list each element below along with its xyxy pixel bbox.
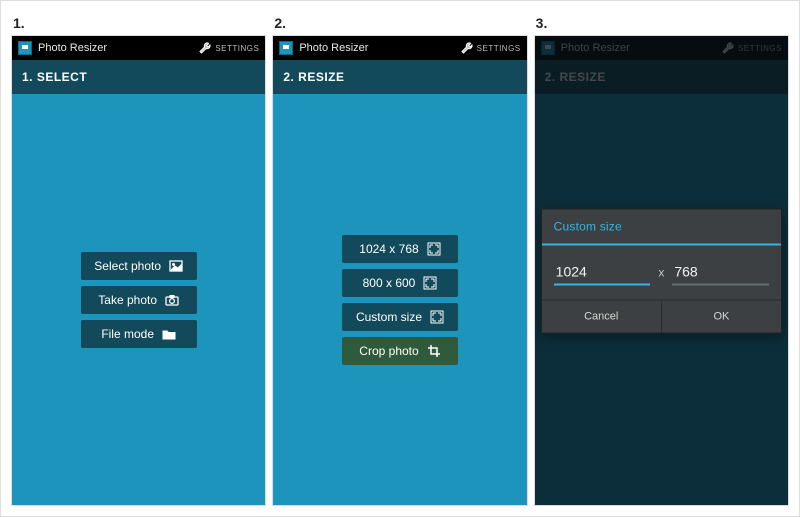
cancel-button[interactable]: Cancel	[542, 300, 661, 332]
width-input[interactable]: 1024	[554, 259, 651, 285]
settings-button[interactable]: SETTINGS	[460, 41, 521, 55]
app-title: Photo Resizer	[299, 42, 459, 54]
expand-icon	[423, 276, 437, 290]
wrench-icon	[460, 41, 474, 55]
custom-size-button[interactable]: Custom size	[342, 303, 458, 331]
dialog-title: Custom size	[542, 209, 781, 245]
content-area: 1024 x 768 800 x 600 Custom size Crop ph…	[273, 94, 526, 505]
app-topbar: Photo Resizer SETTINGS	[273, 36, 526, 60]
step-header: 2. RESIZE	[273, 60, 526, 94]
app-logo-icon	[279, 41, 293, 55]
panel-1: 1. Photo Resizer SETTINGS 1. SELECT Sele…	[11, 11, 266, 506]
expand-icon	[427, 242, 441, 256]
select-photo-button[interactable]: Select photo	[81, 252, 197, 280]
content-area: Select photo Take photo File mode	[12, 94, 265, 505]
app-title: Photo Resizer	[38, 42, 198, 54]
size-800x600-button[interactable]: 800 x 600	[342, 269, 458, 297]
panel-2: 2. Photo Resizer SETTINGS 2. RESIZE 1024…	[272, 11, 527, 506]
crop-photo-button[interactable]: Crop photo	[342, 337, 458, 365]
app-topbar: Photo Resizer SETTINGS	[12, 36, 265, 60]
screenshot: Photo Resizer SETTINGS 1. SELECT Select …	[11, 35, 266, 506]
panel-3: 3. Photo Resizer SETTINGS 2. RESIZE Cust…	[534, 11, 789, 506]
file-mode-button[interactable]: File mode	[81, 320, 197, 348]
panel-number: 2.	[272, 11, 527, 35]
ok-button[interactable]: OK	[661, 300, 781, 332]
crop-icon	[427, 344, 441, 358]
camera-icon	[165, 293, 179, 307]
screenshot: Photo Resizer SETTINGS 2. RESIZE Custom …	[534, 35, 789, 506]
folder-icon	[162, 327, 176, 341]
height-input[interactable]: 768	[672, 259, 769, 285]
step-header: 1. SELECT	[12, 60, 265, 94]
settings-button[interactable]: SETTINGS	[198, 41, 259, 55]
take-photo-button[interactable]: Take photo	[81, 286, 197, 314]
screenshot: Photo Resizer SETTINGS 2. RESIZE 1024 x …	[272, 35, 527, 506]
custom-size-dialog: Custom size 1024 x 768 Cancel OK	[541, 208, 782, 333]
image-icon	[169, 259, 183, 273]
expand-icon	[430, 310, 444, 324]
size-1024x768-button[interactable]: 1024 x 768	[342, 235, 458, 263]
wrench-icon	[198, 41, 212, 55]
panel-number: 3.	[534, 11, 789, 35]
dimension-separator: x	[658, 265, 664, 279]
panel-number: 1.	[11, 11, 266, 35]
app-logo-icon	[18, 41, 32, 55]
